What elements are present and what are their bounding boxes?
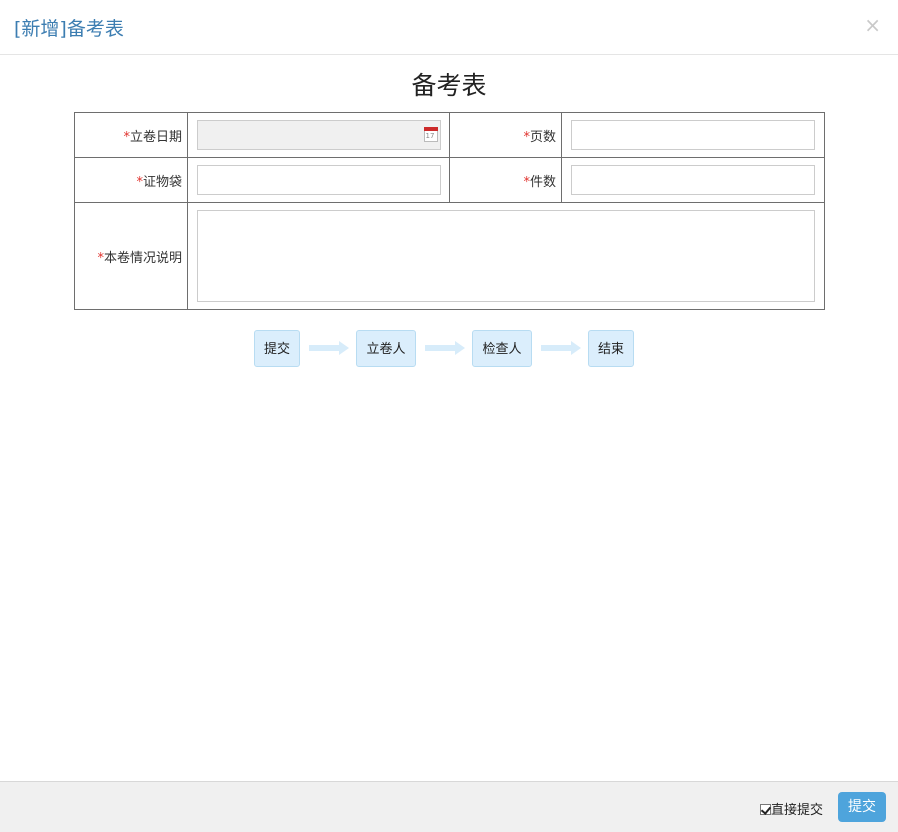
form-title: 备考表 — [411, 71, 487, 100]
workflow-step-filer[interactable]: 立卷人 — [356, 330, 416, 367]
calendar-day: 17 — [425, 132, 435, 140]
form-row: *立卷日期 17 *页数 — [74, 112, 825, 158]
submit-button[interactable]: 提交 — [838, 792, 886, 822]
file-date-input[interactable]: 17 — [196, 120, 441, 150]
items-input[interactable] — [571, 165, 815, 195]
items-cell — [561, 157, 825, 203]
workflow-step-submit[interactable]: 提交 — [254, 330, 300, 367]
workflow-step-checker[interactable]: 检查人 — [472, 330, 532, 367]
description-label: *本卷情况说明 — [74, 202, 188, 310]
pages-label-text: 页数 — [529, 129, 556, 145]
file-date-label-text: 立卷日期 — [129, 129, 182, 145]
arrow-right-icon — [309, 341, 349, 355]
modal-title: [新增]备考表 — [14, 18, 124, 40]
items-label-text: 件数 — [529, 174, 556, 190]
arrow-right-icon — [541, 341, 581, 355]
pages-cell — [561, 112, 825, 158]
direct-submit-option[interactable]: 直接提交 — [760, 799, 823, 818]
evidence-bag-input[interactable] — [196, 165, 441, 195]
close-icon[interactable]: × — [864, 14, 881, 36]
arrow-right-icon — [425, 341, 465, 355]
pages-label: *页数 — [449, 112, 562, 158]
file-date-cell: 17 — [187, 112, 450, 158]
workflow-steps: 提交 立卷人 检查人 结束 — [0, 330, 898, 367]
direct-submit-label: 直接提交 — [771, 803, 824, 818]
direct-submit-checkbox[interactable] — [760, 804, 771, 815]
modal-footer: 直接提交 提交 — [0, 781, 898, 832]
description-cell — [187, 202, 825, 310]
evidence-bag-label: *证物袋 — [74, 157, 188, 203]
form-row: *证物袋 *件数 — [74, 157, 825, 203]
form-table: *立卷日期 17 *页数 *证物袋 *件数 *本卷情况说明 — [74, 112, 825, 310]
modal-header: [新增]备考表 × — [0, 0, 898, 55]
evidence-bag-label-text: 证物袋 — [142, 174, 182, 190]
description-label-text: 本卷情况说明 — [103, 250, 182, 266]
calendar-icon[interactable]: 17 — [423, 127, 438, 142]
file-date-label: *立卷日期 — [74, 112, 188, 158]
pages-input[interactable] — [571, 120, 815, 150]
items-label: *件数 — [449, 157, 562, 203]
form-row: *本卷情况说明 — [74, 202, 825, 310]
evidence-bag-cell — [187, 157, 450, 203]
workflow-step-end[interactable]: 结束 — [588, 330, 634, 367]
description-textarea[interactable] — [197, 210, 815, 302]
